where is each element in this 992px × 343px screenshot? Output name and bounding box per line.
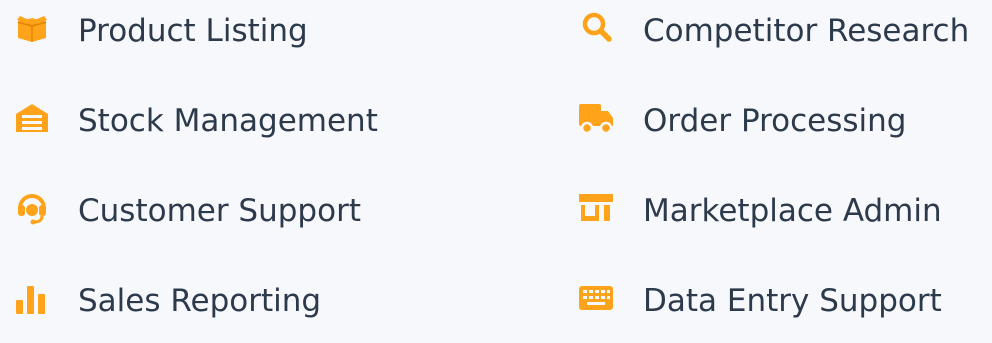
service-item-order-processing[interactable]: Order Processing — [0, 103, 992, 163]
search-icon — [576, 8, 616, 48]
service-label: Data Entry Support — [643, 283, 942, 319]
truck-icon — [576, 98, 616, 138]
services-grid: Product Listing Competitor Research Stoc… — [0, 0, 992, 332]
service-label: Competitor Research — [643, 13, 970, 49]
keyboard-icon — [576, 278, 616, 318]
service-label: Order Processing — [643, 103, 907, 139]
service-label: Marketplace Admin — [643, 193, 942, 229]
service-item-marketplace-admin[interactable]: Marketplace Admin — [0, 193, 992, 253]
service-item-data-entry-support[interactable]: Data Entry Support — [0, 283, 992, 343]
service-item-competitor-research[interactable]: Competitor Research — [0, 12, 992, 73]
store-icon — [576, 188, 616, 228]
